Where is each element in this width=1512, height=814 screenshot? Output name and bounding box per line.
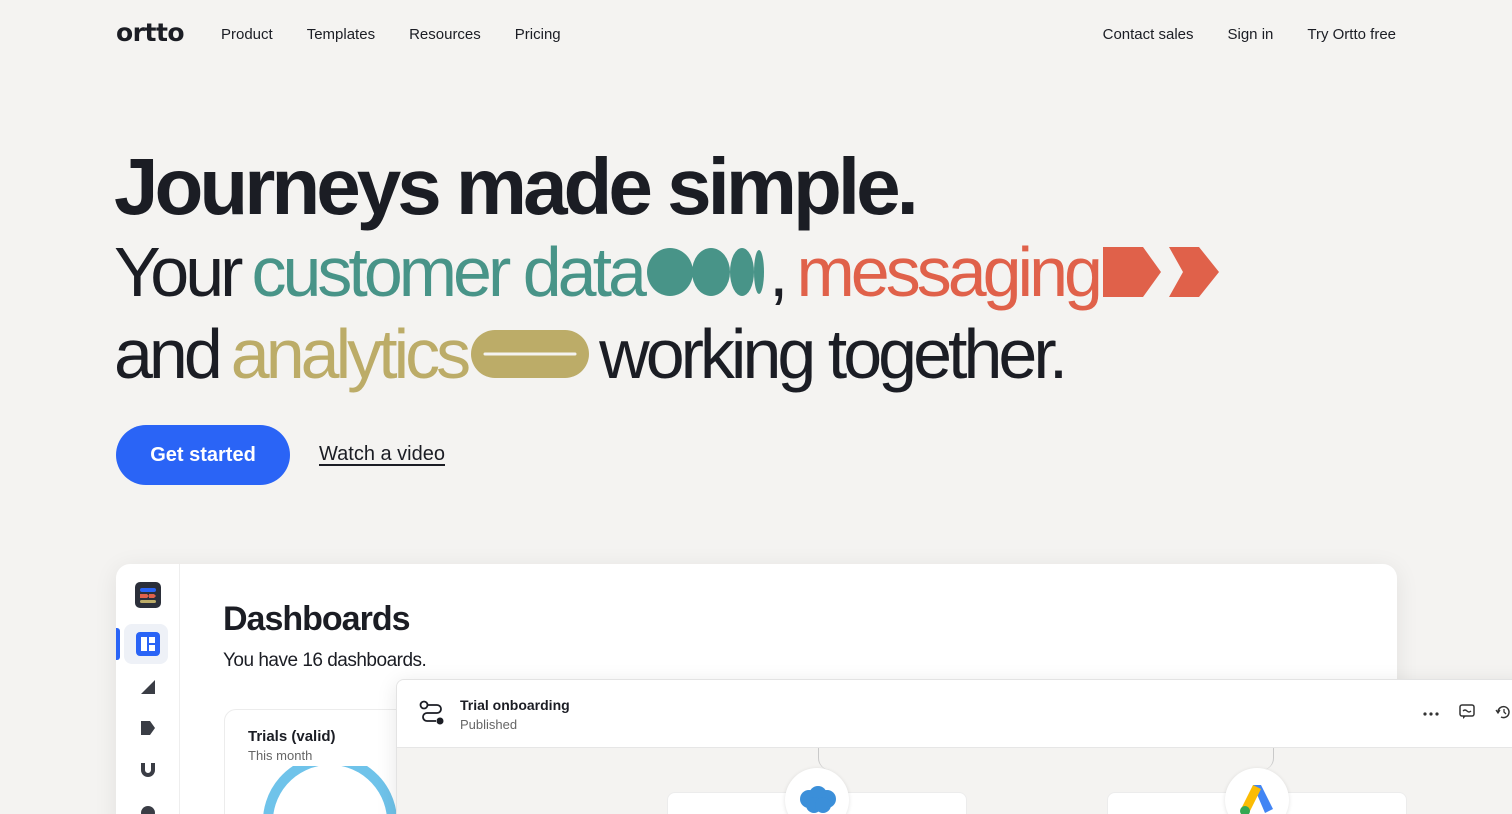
google-ads-icon [1240, 785, 1273, 814]
flow-connector [818, 748, 840, 770]
watch-video-link[interactable]: Watch a video [319, 443, 445, 466]
sidebar-active-indicator [116, 628, 120, 660]
get-started-button[interactable]: Get started [116, 425, 290, 485]
journey-status: Published [460, 717, 518, 732]
journey-title: Trial onboarding [460, 697, 570, 713]
nav-right: Contact sales Sign in Try Ortto free [1103, 26, 1396, 43]
dashboard-icon[interactable] [135, 631, 161, 657]
more-icon[interactable] [1423, 711, 1439, 717]
hero-comma: , [769, 233, 789, 311]
nav-link-templates[interactable]: Templates [307, 26, 375, 43]
comment-icon[interactable] [1459, 704, 1475, 720]
analytics-shape-icon [471, 330, 590, 378]
hero-headline: Journeys made simple. [114, 142, 919, 231]
salesforce-icon [800, 786, 836, 813]
app-sidebar [116, 564, 180, 814]
salesforce-node-badge[interactable] [785, 768, 849, 814]
sign-in-link[interactable]: Sign in [1228, 26, 1274, 43]
google-ads-node-badge[interactable] [1225, 768, 1289, 814]
nav-link-product[interactable]: Product [221, 26, 273, 43]
tag-icon[interactable] [135, 715, 161, 741]
history-icon[interactable] [1495, 704, 1511, 720]
flow-connector [1252, 748, 1274, 770]
hero-word-and: and [114, 315, 223, 393]
hero-word-your: Your [114, 233, 243, 311]
magnet-icon[interactable] [135, 757, 161, 783]
hero-line-1: Your customer data , messaging [114, 232, 1225, 312]
audience-icon[interactable] [135, 674, 161, 700]
messaging-shape-icon [1102, 247, 1219, 297]
trials-card-subtitle: This month [248, 748, 313, 763]
dashboards-title: Dashboards [223, 600, 410, 638]
hero-word-working-together: working together. [599, 315, 1068, 393]
hero-word-messaging: messaging [796, 233, 1103, 311]
ortto-logo[interactable]: ortto [116, 18, 185, 47]
hero-word-analytics: analytics [230, 315, 471, 393]
gauge-arc-icon [263, 766, 397, 814]
nav-link-pricing[interactable]: Pricing [515, 26, 561, 43]
dashboards-count: You have 16 dashboards. [223, 650, 427, 671]
journey-header: Trial onboarding Published [397, 680, 1512, 748]
top-nav: ortto Product Templates Resources Pricin… [0, 0, 1512, 70]
try-free-link[interactable]: Try Ortto free [1307, 26, 1396, 43]
journey-flow-icon [419, 700, 444, 725]
trials-card[interactable]: Trials (valid) This month [224, 709, 424, 814]
data-shape-icon [647, 248, 764, 296]
nav-links: Product Templates Resources Pricing [221, 26, 561, 43]
journey-panel: Trial onboarding Published [396, 679, 1512, 814]
app-logo-icon[interactable] [135, 582, 161, 608]
hero-word-customer-data: customer data [251, 233, 647, 311]
nav-link-resources[interactable]: Resources [409, 26, 481, 43]
hero-line-2: and analytics working together. [114, 314, 1068, 394]
contact-sales-link[interactable]: Contact sales [1103, 26, 1194, 43]
trials-card-title: Trials (valid) [248, 728, 336, 745]
person-icon[interactable] [135, 800, 161, 814]
